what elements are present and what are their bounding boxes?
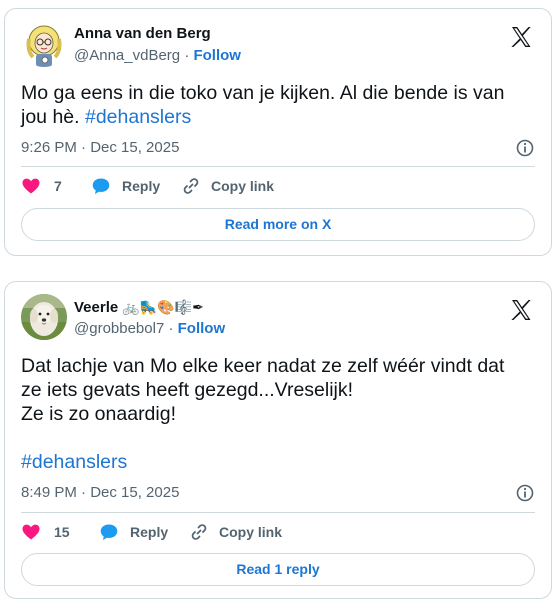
heart-icon [21,176,41,196]
divider [21,166,535,167]
like-button[interactable]: 15 [21,522,70,542]
tweet-text-line: #dehanslers [21,450,535,474]
separator: · [184,47,190,64]
like-count: 7 [54,178,62,194]
author-handle[interactable]: @Anna_vdBerg [74,47,180,64]
copy-link-button[interactable]: Copy link [181,176,274,196]
tweet-text-line: Dat lachje van Mo elke keer nadat ze zel… [21,355,505,377]
tweet-card-1: Anna van den Berg @Anna_vdBerg · Follow … [4,8,552,256]
reply-button[interactable]: Reply [91,176,160,196]
follow-button[interactable]: Follow [178,320,226,337]
avatar[interactable] [21,294,67,340]
reply-label: Reply [130,524,169,540]
link-icon [181,176,201,196]
reply-label: Reply [122,178,161,194]
author-name: Veerle 🚲🛼🎨🎼✒ [74,298,204,317]
timestamp[interactable]: 8:49 PM · Dec 15, 2025 [21,484,179,501]
tweet-text-line: jou hè. #dehanslers [21,105,535,129]
tweet-text: Mo ga eens in die toko van je kijken. Al… [21,81,535,129]
tweet-header: Veerle 🚲🛼🎨🎼✒ @grobbebol7 · Follow [21,294,535,340]
link-icon [189,522,209,542]
tweet-text-line: Mo ga eens in die toko van je kijken. Al… [21,82,505,104]
handle-line: @grobbebol7 · Follow [74,320,225,338]
tweet-text-line: Ze is zo onaardig! [21,403,177,425]
divider [21,512,535,513]
reply-bubble-icon [99,522,119,542]
copy-link-label: Copy link [219,524,283,540]
timestamp[interactable]: 9:26 PM · Dec 15, 2025 [21,139,179,156]
like-button[interactable]: 7 [21,176,62,196]
read-more-button[interactable]: Read more on X [21,208,535,241]
reply-bubble-icon [91,176,111,196]
hashtag-link[interactable]: #dehanslers [85,106,191,128]
copy-link-label: Copy link [211,178,275,194]
separator: · [168,320,174,337]
handle-line: @Anna_vdBerg · Follow [74,47,241,65]
tweet-text-line: ze iets gevats heeft gezegd...Vreselijk! [21,379,354,401]
author-name[interactable]: Anna van den Berg [74,25,211,43]
author-handle[interactable]: @grobbebol7 [74,320,164,337]
tweet-text-segment: jou hè. [21,106,85,128]
copy-link-button[interactable]: Copy link [189,522,282,542]
heart-icon [21,522,41,542]
follow-button[interactable]: Follow [193,47,241,64]
info-icon[interactable] [515,138,535,158]
tweet-card-2: Veerle 🚲🛼🎨🎼✒ @grobbebol7 · Follow Dat la… [4,281,552,599]
tweet-header: Anna van den Berg @Anna_vdBerg · Follow [21,21,535,67]
author-name-text[interactable]: Veerle [74,299,118,316]
like-count: 15 [54,524,70,540]
x-logo-icon[interactable] [509,298,533,322]
hashtag-link[interactable]: #dehanslers [21,451,127,473]
tweet-actions: 7 Reply Copy link [21,176,535,200]
x-logo-icon[interactable] [509,25,533,49]
avatar[interactable] [21,21,67,67]
tweet-actions: 15 Reply Copy link [21,522,535,546]
tweet-meta: 8:49 PM · Dec 15, 2025 [21,484,535,502]
name-emojis: 🚲🛼🎨🎼✒ [122,299,204,315]
reply-button[interactable]: Reply [99,522,168,542]
tweet-meta: 9:26 PM · Dec 15, 2025 [21,139,535,157]
tweet-text: Dat lachje van Mo elke keer nadat ze zel… [21,354,535,474]
info-icon[interactable] [515,483,535,503]
read-replies-button[interactable]: Read 1 reply [21,553,535,586]
